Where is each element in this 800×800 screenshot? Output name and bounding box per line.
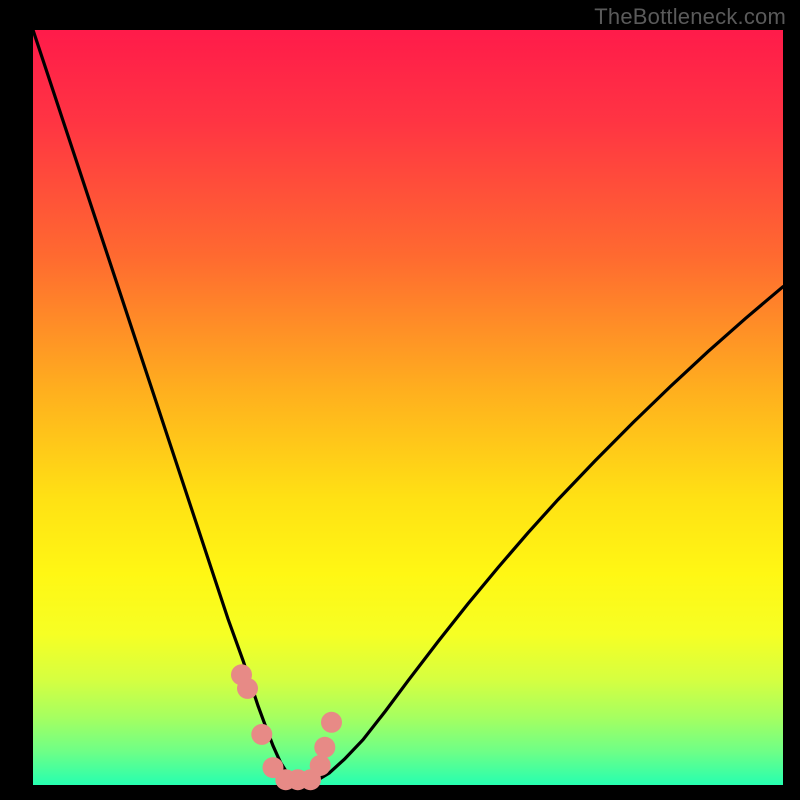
data-marker [237, 678, 258, 699]
bottleneck-chart [0, 0, 800, 800]
data-marker [251, 724, 272, 745]
plot-background [33, 30, 783, 785]
watermark-text: TheBottleneck.com [594, 4, 786, 30]
data-marker [314, 737, 335, 758]
chart-frame: TheBottleneck.com [0, 0, 800, 800]
data-marker [321, 712, 342, 733]
data-marker [310, 755, 331, 776]
